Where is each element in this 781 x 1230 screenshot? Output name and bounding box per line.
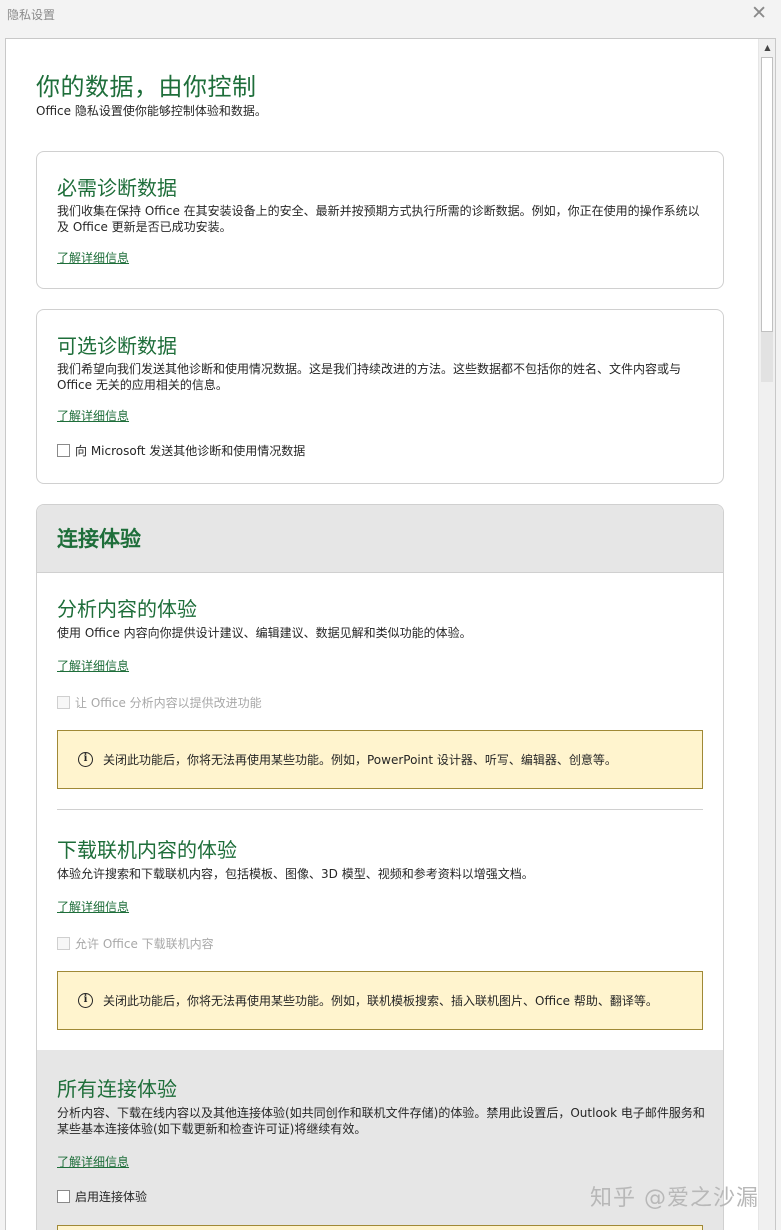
analyze-content-desc: 使用 Office 内容向你提供设计建议、编辑建议、数据见解和类似功能的体验。 — [57, 626, 472, 640]
download-content-learn-more-link[interactable]: 了解详细信息 — [57, 898, 129, 915]
optional-diagnostic-checkbox[interactable] — [57, 444, 70, 457]
scroll-up-arrow-icon[interactable]: ▲ — [759, 39, 775, 56]
dialog-frame: 你的数据，由你控制 Office 隐私设置使你能够控制体验和数据。 必需诊断数据… — [5, 38, 776, 1230]
optional-diagnostic-title: 可选诊断数据 — [57, 334, 177, 358]
all-connected-checkbox-label: 启用连接体验 — [75, 1190, 148, 1204]
watermark: 知乎 @爱之沙漏 — [590, 1186, 759, 1211]
optional-diagnostic-desc: 我们希望向我们发送其他诊断和使用情况数据。这是我们持续改进的方法。这些数据都不包… — [57, 362, 682, 392]
analyze-content-checkbox-label: 让 Office 分析内容以提供改进功能 — [75, 696, 262, 710]
all-connected-title: 所有连接体验 — [57, 1077, 177, 1101]
download-content-info-text: 关闭此功能后，你将无法再使用某些功能。例如，联机模板搜索、插入联机图片、Offi… — [103, 994, 658, 1008]
all-connected-checkbox-row[interactable]: 启用连接体验 — [57, 1188, 147, 1205]
download-content-checkbox-row[interactable]: 允许 Office 下载联机内容 — [57, 935, 214, 952]
all-connected-checkbox[interactable] — [57, 1190, 70, 1203]
title-bar: 隐私设置 ✕ — [0, 0, 781, 30]
connected-experiences-header: 连接体验 — [37, 505, 723, 573]
analyze-content-info-text: 关闭此功能后，你将无法再使用某些功能。例如，PowerPoint 设计器、听写、… — [103, 753, 617, 767]
connected-experiences-card: 连接体验 分析内容的体验 使用 Office 内容向你提供设计建议、编辑建议、数… — [36, 504, 724, 1230]
download-content-checkbox[interactable] — [57, 937, 70, 950]
download-content-title: 下载联机内容的体验 — [57, 838, 237, 862]
analyze-content-checkbox[interactable] — [57, 696, 70, 709]
page-subtitle: Office 隐私设置使你能够控制体验和数据。 — [36, 104, 267, 118]
all-connected-info-box — [57, 1225, 703, 1230]
scroll-track — [761, 332, 773, 382]
info-icon: i — [78, 752, 93, 767]
window-title: 隐私设置 — [7, 8, 56, 22]
optional-diagnostic-learn-more-link[interactable]: 了解详细信息 — [57, 407, 129, 424]
download-content-info-box: i 关闭此功能后，你将无法再使用某些功能。例如，联机模板搜索、插入联机图片、Of… — [57, 971, 703, 1030]
vertical-scrollbar[interactable]: ▲ — [758, 39, 775, 1230]
required-diagnostic-learn-more-link[interactable]: 了解详细信息 — [57, 249, 129, 266]
connected-experiences-title: 连接体验 — [57, 527, 141, 551]
scroll-thumb[interactable] — [761, 57, 773, 332]
analyze-content-learn-more-link[interactable]: 了解详细信息 — [57, 657, 129, 674]
required-diagnostic-title: 必需诊断数据 — [57, 176, 177, 200]
download-content-checkbox-label: 允许 Office 下载联机内容 — [75, 937, 214, 951]
analyze-content-title: 分析内容的体验 — [57, 597, 197, 621]
section-divider — [57, 809, 703, 810]
analyze-content-info-box: i 关闭此功能后，你将无法再使用某些功能。例如，PowerPoint 设计器、听… — [57, 730, 703, 789]
optional-diagnostic-card: 可选诊断数据 我们希望向我们发送其他诊断和使用情况数据。这是我们持续改进的方法。… — [36, 309, 724, 484]
optional-diagnostic-checkbox-label: 向 Microsoft 发送其他诊断和使用情况数据 — [75, 444, 306, 458]
info-icon: i — [78, 993, 93, 1008]
download-content-desc: 体验允许搜索和下载联机内容，包括模板、图像、3D 模型、视频和参考资料以增强文档… — [57, 867, 534, 881]
required-diagnostic-desc: 我们收集在保持 Office 在其安装设备上的安全、最新并按预期方式执行所需的诊… — [57, 204, 700, 234]
close-button[interactable]: ✕ — [751, 3, 767, 23]
analyze-content-checkbox-row[interactable]: 让 Office 分析内容以提供改进功能 — [57, 694, 262, 711]
optional-diagnostic-checkbox-row[interactable]: 向 Microsoft 发送其他诊断和使用情况数据 — [57, 442, 305, 459]
page-title: 你的数据，由你控制 — [36, 73, 257, 101]
required-diagnostic-card: 必需诊断数据 我们收集在保持 Office 在其安装设备上的安全、最新并按预期方… — [36, 151, 724, 289]
all-connected-desc: 分析内容、下载在线内容以及其他连接体验(如共同创作和联机文件存储)的体验。禁用此… — [57, 1106, 705, 1136]
all-connected-learn-more-link[interactable]: 了解详细信息 — [57, 1153, 129, 1170]
